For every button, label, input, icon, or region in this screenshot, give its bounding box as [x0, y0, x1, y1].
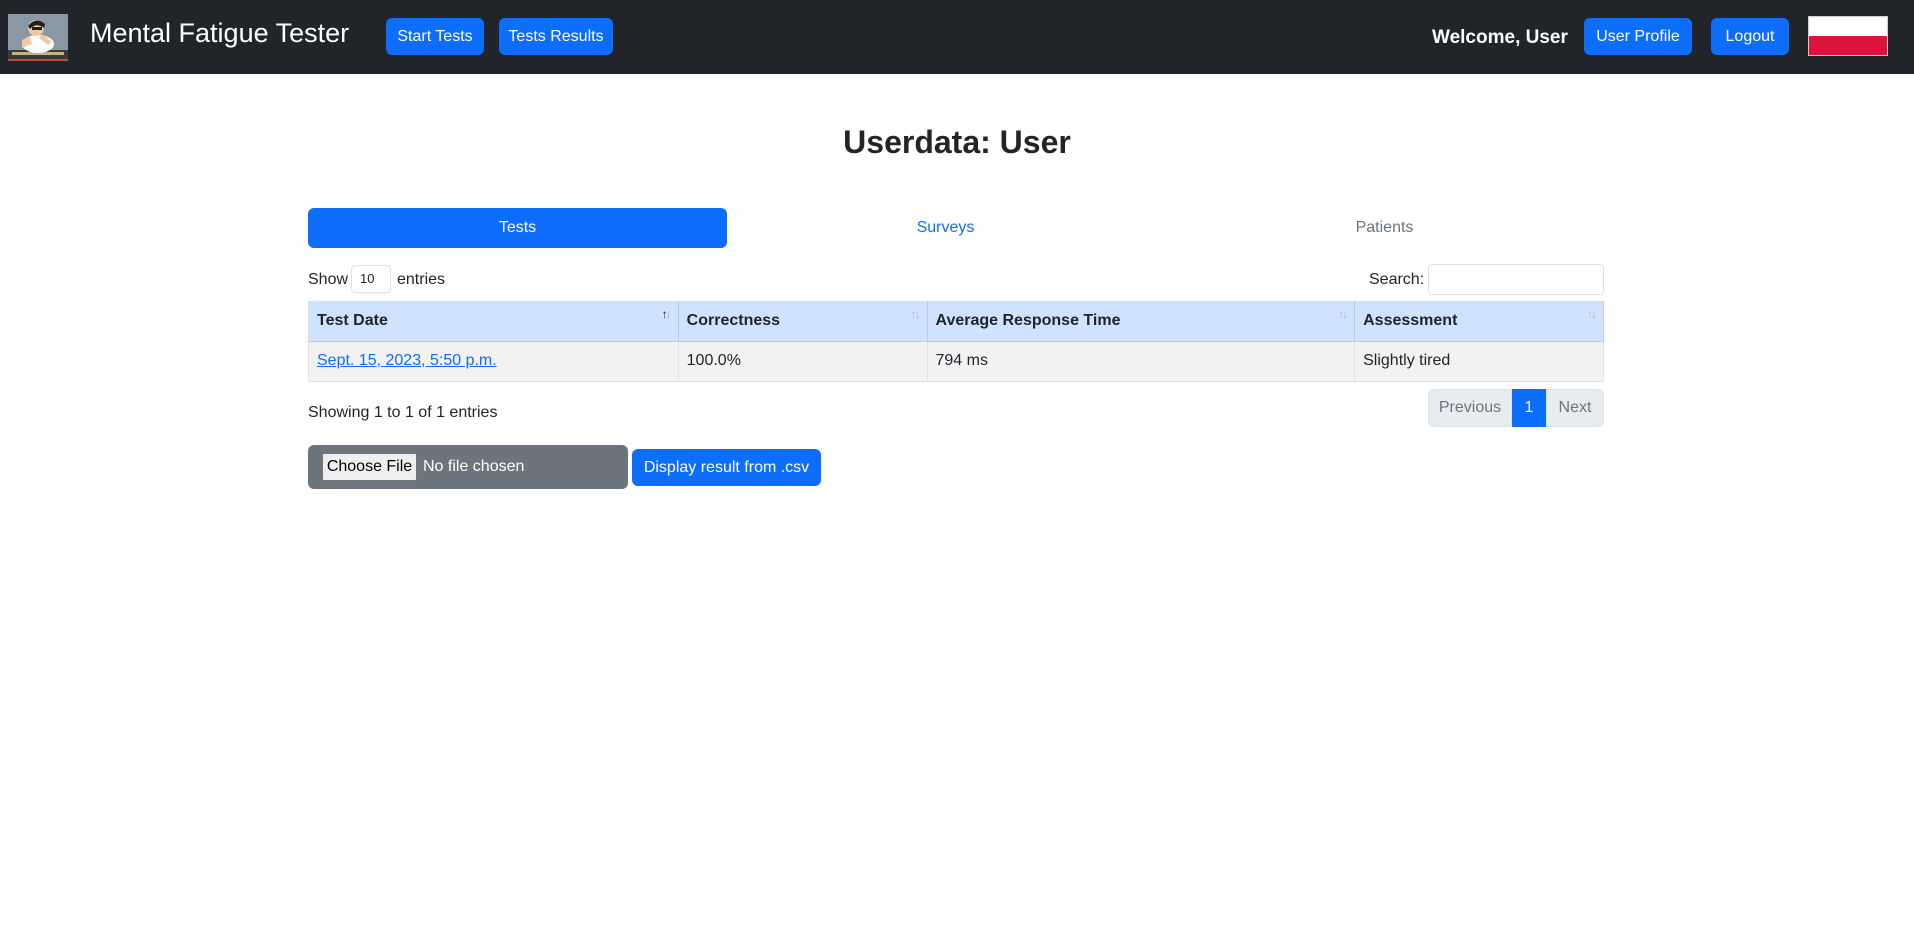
sort-arrows-icon: ↑↓	[910, 307, 921, 321]
file-status-text: No file chosen	[423, 458, 525, 475]
tab-patients[interactable]: Patients	[1175, 208, 1594, 248]
tab-surveys[interactable]: Surveys	[736, 208, 1155, 248]
table-row: Sept. 15, 2023, 5:50 p.m. 100.0% 794 ms …	[308, 341, 1604, 382]
person-thinking-icon[interactable]	[8, 14, 68, 61]
table-info: Showing 1 to 1 of 1 entries	[308, 404, 498, 421]
logout-button[interactable]: Logout	[1711, 18, 1789, 55]
sort-arrows-icon: ↑↓	[1587, 307, 1597, 321]
search-label: Search:	[1369, 271, 1425, 288]
pagination-previous-button[interactable]: Previous	[1428, 389, 1512, 427]
app-brand-title[interactable]: Mental Fatigue Tester	[90, 17, 349, 49]
sort-arrows-icon: ↑↓	[1338, 307, 1348, 321]
tests-table: Test Date ↑↓ Correctness ↑↓ Average Resp…	[308, 301, 1604, 382]
column-header-label: Assessment	[1363, 311, 1458, 329]
column-header-test-date[interactable]: Test Date ↑↓	[308, 301, 679, 342]
page-title: Userdata: User	[843, 124, 1071, 160]
entries-label: entries	[397, 271, 446, 288]
pagination-next-button[interactable]: Next	[1546, 389, 1604, 427]
sort-arrows-icon: ↑↓	[661, 307, 672, 321]
column-header-label: Average Response Time	[935, 311, 1121, 329]
poland-flag-icon[interactable]	[1808, 16, 1888, 56]
search-input[interactable]	[1428, 264, 1604, 295]
user-profile-button[interactable]: User Profile	[1584, 18, 1692, 55]
column-header-label: Correctness	[686, 311, 781, 329]
csv-file-input[interactable]: Choose File No file chosen	[308, 445, 628, 489]
column-header-correctness[interactable]: Correctness ↑↓	[678, 301, 928, 342]
tab-tests[interactable]: Tests	[308, 208, 727, 248]
show-label: Show	[308, 271, 349, 288]
table-header-row: Test Date ↑↓ Correctness ↑↓ Average Resp…	[308, 301, 1604, 342]
display-csv-button[interactable]: Display result from .csv	[632, 449, 821, 486]
pagination-page-button[interactable]: 1	[1512, 389, 1546, 427]
cell-average-response-time: 794 ms	[927, 341, 1356, 382]
entries-length-select[interactable]: 10	[351, 265, 391, 293]
choose-file-button[interactable]: Choose File	[322, 453, 417, 481]
tests-results-button[interactable]: Tests Results	[499, 18, 613, 55]
welcome-text: Welcome, User	[1432, 27, 1568, 48]
start-tests-button[interactable]: Start Tests	[386, 18, 484, 55]
column-header-average-response-time[interactable]: Average Response Time ↑↓	[927, 301, 1356, 342]
cell-assessment: Slightly tired	[1354, 341, 1604, 382]
column-header-label: Test Date	[317, 311, 388, 329]
top-navbar: Mental Fatigue Tester Start Tests Tests …	[0, 0, 1914, 74]
cell-test-date: Sept. 15, 2023, 5:50 p.m.	[308, 341, 679, 382]
test-date-link[interactable]: Sept. 15, 2023, 5:50 p.m.	[317, 352, 497, 369]
cell-correctness: 100.0%	[678, 341, 928, 382]
column-header-assessment[interactable]: Assessment ↑↓	[1354, 301, 1604, 342]
